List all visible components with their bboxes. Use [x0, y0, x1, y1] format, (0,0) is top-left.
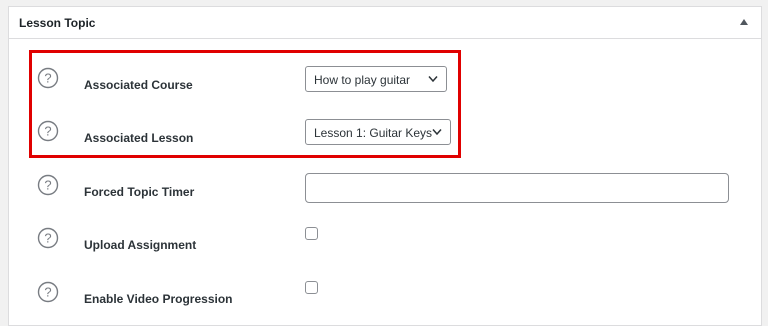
svg-text:?: ?: [44, 124, 51, 139]
question-circle-icon[interactable]: ?: [37, 227, 59, 249]
forced-topic-timer-row: ? Forced Topic Timer: [9, 169, 761, 209]
enable-video-progression-checkbox[interactable]: [305, 281, 318, 294]
upload-assignment-checkbox[interactable]: [305, 227, 318, 240]
enable-video-progression-label: Enable Video Progression: [84, 292, 233, 306]
associated-course-value: How to play guitar: [314, 73, 411, 87]
svg-text:?: ?: [44, 71, 51, 86]
associated-lesson-select[interactable]: Lesson 1: Guitar Keys: [305, 119, 451, 145]
svg-text:?: ?: [44, 231, 51, 246]
enable-video-progression-row: ? Enable Video Progression: [9, 276, 761, 316]
associated-lesson-row: ? Associated Lesson Lesson 1: Guitar Key…: [9, 115, 761, 155]
lesson-topic-panel: Lesson Topic ? Associated Course How to …: [8, 6, 762, 326]
forced-topic-timer-label: Forced Topic Timer: [84, 185, 195, 199]
question-circle-icon[interactable]: ?: [37, 281, 59, 303]
svg-text:?: ?: [44, 178, 51, 193]
panel-title: Lesson Topic: [19, 16, 96, 30]
chevron-down-icon: [428, 76, 438, 83]
associated-lesson-label: Associated Lesson: [84, 131, 194, 145]
associated-course-label: Associated Course: [84, 78, 193, 92]
question-circle-icon[interactable]: ?: [37, 120, 59, 142]
question-circle-icon[interactable]: ?: [37, 174, 59, 196]
associated-course-select[interactable]: How to play guitar: [305, 66, 447, 92]
associated-course-row: ? Associated Course How to play guitar: [9, 62, 761, 102]
svg-text:?: ?: [44, 285, 51, 300]
panel-header[interactable]: Lesson Topic: [9, 7, 761, 39]
upload-assignment-row: ? Upload Assignment: [9, 222, 761, 262]
forced-topic-timer-input[interactable]: [305, 173, 729, 203]
chevron-down-icon: [432, 129, 442, 136]
upload-assignment-label: Upload Assignment: [84, 238, 197, 252]
associated-lesson-value: Lesson 1: Guitar Keys: [314, 126, 433, 140]
question-circle-icon[interactable]: ?: [37, 67, 59, 89]
triangle-up-icon[interactable]: [739, 17, 749, 27]
